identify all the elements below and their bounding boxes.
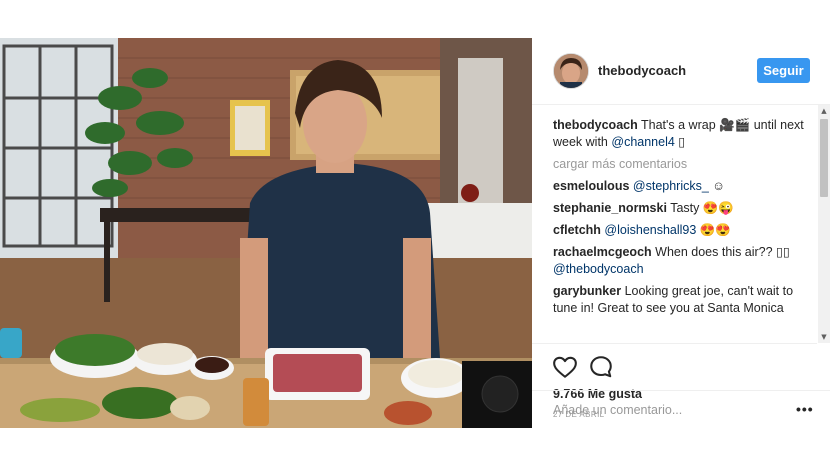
comment-username[interactable]: stephanie_normski [553,201,667,215]
comment-text: ☺ [708,179,726,193]
comment-text: Tasty 😍😜 [670,201,734,215]
comment-text: 😍😍 [696,223,731,237]
comment-username[interactable]: garybunker [553,284,621,298]
post-header: thebodycoach Seguir [532,38,830,105]
avatar-image [554,54,588,88]
caption-mention[interactable]: @channel4 [611,135,674,149]
comment-mention[interactable]: @loishenshall93 [604,223,696,237]
comments-scrollbar[interactable]: ▲ ▼ [818,105,830,343]
heart-icon[interactable] [552,354,578,380]
comment-item: rachaelmcgeoch When does this air?? ▯▯ @… [553,244,815,278]
comment-username[interactable]: rachaelmcgeoch [553,245,652,259]
comment-bubble-icon[interactable] [588,354,614,380]
comment-text: When does this air?? ▯▯ [655,245,790,259]
scroll-up-arrow-icon[interactable]: ▲ [818,105,830,117]
add-comment-input[interactable] [553,400,773,420]
avatar[interactable] [553,53,589,89]
caption-username[interactable]: thebodycoach [553,118,638,132]
comment-username[interactable]: cfletchh [553,223,601,237]
scrollbar-thumb[interactable] [820,119,828,197]
header-username[interactable]: thebodycoach [598,63,686,78]
scroll-down-arrow-icon[interactable]: ▼ [818,331,830,343]
comment-item: cfletchh @loishenshall93 😍😍 [553,222,815,239]
comment-mention[interactable]: @stephricks_ [633,179,709,193]
comment-mention[interactable]: @thebodycoach [553,262,644,276]
more-options-icon[interactable]: ••• [796,399,813,419]
load-more-comments-link[interactable]: cargar más comentarios [553,156,815,173]
comment-item: esmeloulous @stephricks_ ☺ [553,178,815,195]
comment-item: garybunker Looking great joe, can't wait… [553,283,815,317]
add-comment-bar: ••• [532,390,830,429]
comment-username[interactable]: esmeloulous [553,179,629,193]
caption: thebodycoach That's a wrap 🎥🎬 until next… [553,117,815,151]
post-photo[interactable] [0,38,532,428]
comments-list: thebodycoach That's a wrap 🎥🎬 until next… [553,117,815,341]
follow-button[interactable]: Seguir [757,58,810,83]
comment-item: stephanie_normski Tasty 😍😜 [553,200,815,217]
caption-suffix: ▯ [674,135,686,149]
post-image [0,38,532,428]
post-side-panel: thebodycoach Seguir thebodycoach That's … [532,38,830,428]
